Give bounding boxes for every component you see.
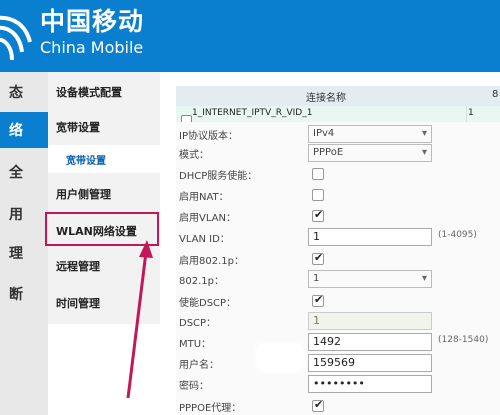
brand-name-english: China Mobile <box>40 38 144 57</box>
vlan-label: 启用VLAN： <box>179 213 236 224</box>
vlan-id-row: VLAN ID： 1 (1-4095) <box>176 227 500 248</box>
ip-version-select[interactable]: IPv4 <box>308 125 432 143</box>
connection-table-header: 连接名称 8 <box>176 86 500 106</box>
password-input[interactable]: •••••••• <box>308 375 432 393</box>
main-nav-diagnosis[interactable]: 断 <box>0 276 48 312</box>
sub-nav-user-side[interactable]: 用户侧管理 <box>48 176 160 212</box>
mtu-range-hint: (128-1540) <box>438 335 489 345</box>
password-row: 密码： •••••••• <box>176 374 500 395</box>
brand-name-chinese: 中国移动 <box>40 7 145 36</box>
main-nav-application[interactable]: 用 <box>0 196 48 232</box>
p8021-enable-row: 启用802.1p： <box>176 249 500 270</box>
column-second: 8 <box>492 89 499 100</box>
main-nav-status[interactable]: 态 <box>0 74 48 110</box>
connection-name-cell: 1_INTERNET_IPTV_R_VID_1 <box>192 108 313 118</box>
dhcp-label: DHCP服务使能： <box>179 171 258 182</box>
ip-version-label: IP协议版本： <box>179 131 238 142</box>
pppoe-proxy-label: PPPOE代理： <box>179 403 242 414</box>
main-nav-security[interactable]: 全 <box>0 154 48 190</box>
dscp-enable-label: 使能DSCP： <box>179 298 237 309</box>
mode-select[interactable]: PPPoE <box>308 144 432 162</box>
ip-version-row: IP协议版本： IPv4 <box>176 124 500 145</box>
main-nav-network[interactable]: 络 <box>0 112 48 148</box>
connection-value-cell: 1 <box>468 108 474 118</box>
nat-checkbox[interactable] <box>312 189 324 201</box>
main-nav: 态 络 全 用 理 断 <box>0 72 48 415</box>
nat-label: 启用NAT： <box>179 192 229 203</box>
username-label: 用户名： <box>179 360 219 371</box>
pppoe-proxy-checkbox[interactable] <box>312 398 324 412</box>
vlan-row: 启用VLAN： <box>176 206 500 227</box>
vlan-id-label: VLAN ID： <box>179 234 230 245</box>
nat-row: 启用NAT： <box>176 185 500 206</box>
mode-row: 模式： PPPoE <box>176 143 500 164</box>
username-input[interactable]: 159569 <box>308 354 432 372</box>
top-header: 中国移动 China Mobile <box>0 0 500 72</box>
mtu-label: MTU： <box>179 339 212 350</box>
china-mobile-logo-icon <box>0 15 32 61</box>
wlan-highlight-box <box>45 212 159 246</box>
dscp-row: DSCP： 1 <box>176 311 500 332</box>
p8021-enable-label: 启用802.1p： <box>179 256 244 267</box>
mode-label: 模式： <box>179 150 209 161</box>
vlan-id-input[interactable]: 1 <box>308 228 432 246</box>
mtu-input[interactable]: 1492 <box>308 333 432 351</box>
dhcp-checkbox[interactable] <box>312 168 324 180</box>
sub-nav-device-mode[interactable]: 设备模式配置 <box>48 74 160 110</box>
p8021-label: 802.1p： <box>179 276 224 287</box>
p8021-row: 802.1p： 1 <box>176 269 500 290</box>
column-connection-name: 连接名称 <box>306 93 346 104</box>
main-nav-management[interactable]: 理 <box>0 235 48 271</box>
p8021-select[interactable]: 1 <box>308 270 432 288</box>
sub-nav-broadband-settings[interactable]: 宽带设置 <box>48 145 160 173</box>
sub-nav-time[interactable]: 时间管理 <box>48 285 160 321</box>
p8021-enable-checkbox[interactable] <box>312 251 324 265</box>
dhcp-row: DHCP服务使能： <box>176 164 500 185</box>
pppoe-proxy-row: PPPOE代理： <box>176 396 500 415</box>
dscp-enable-checkbox[interactable] <box>312 293 324 307</box>
vlan-id-range-hint: (1-4095) <box>438 230 477 240</box>
username-row: 用户名： 159569 <box>176 353 500 374</box>
password-label: 密码： <box>179 381 209 392</box>
sub-nav: 设备模式配置 宽带设置 宽带设置 用户侧管理 WLAN网络设置 远程管理 时间管… <box>48 72 160 324</box>
vlan-checkbox[interactable] <box>312 208 324 222</box>
dscp-label: DSCP： <box>179 318 217 329</box>
redaction-blur <box>255 343 305 373</box>
sub-nav-broadband[interactable]: 宽带设置 <box>48 109 160 145</box>
mtu-row: MTU： 1492 (128-1540) <box>176 332 500 353</box>
sub-nav-remote[interactable]: 远程管理 <box>48 248 160 284</box>
dscp-input[interactable]: 1 <box>308 312 432 330</box>
dscp-enable-row: 使能DSCP： <box>176 291 500 312</box>
